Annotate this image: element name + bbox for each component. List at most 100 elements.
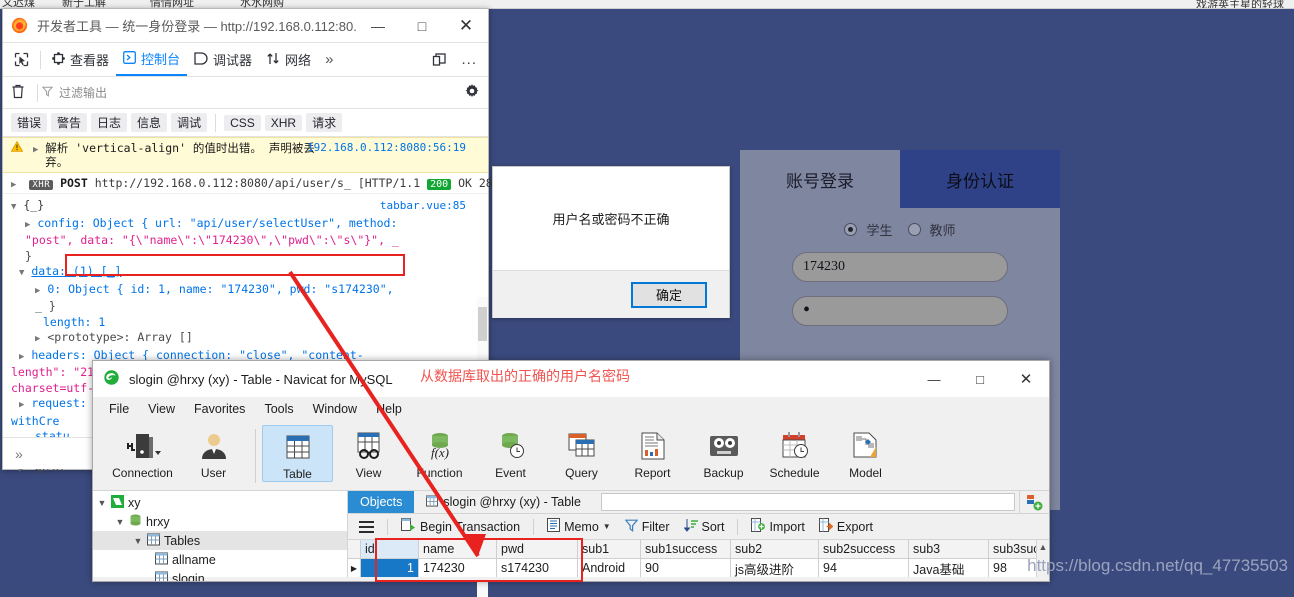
level-xhr[interactable]: XHR: [264, 114, 303, 131]
data-grid[interactable]: id name pwd sub1 sub1success sub2 sub2su…: [348, 540, 1049, 577]
expand-triangle-icon[interactable]: ▶: [25, 220, 30, 230]
login-tab-account[interactable]: 账号登录: [740, 150, 900, 208]
menu-tools[interactable]: Tools: [256, 400, 301, 418]
tab-network[interactable]: 网络: [259, 44, 318, 76]
menu-favorites[interactable]: Favorites: [186, 400, 253, 418]
sort-button[interactable]: Sort: [679, 518, 730, 535]
chevron-down-icon[interactable]: ▼: [603, 522, 611, 531]
tab-slogin-table[interactable]: slogin @hrxy (xy) - Table: [414, 491, 593, 513]
level-warning[interactable]: 警告: [51, 113, 88, 132]
memo-button[interactable]: Memo ▼: [542, 518, 616, 535]
ribbon-user[interactable]: User: [178, 425, 249, 480]
cell-sub2[interactable]: js高级进阶: [731, 559, 819, 577]
new-object-icon[interactable]: [1019, 491, 1049, 513]
level-debug[interactable]: 调试: [171, 113, 208, 132]
password-input[interactable]: •: [792, 296, 1008, 326]
expand-triangle-icon[interactable]: ▶: [35, 334, 40, 344]
import-button[interactable]: Import: [746, 518, 809, 535]
element-picker-icon[interactable]: [7, 44, 36, 76]
devtools-menu-button[interactable]: ...: [454, 44, 484, 76]
console-expand-icon[interactable]: »: [15, 446, 23, 462]
grid-col-sub3[interactable]: sub3: [909, 540, 989, 559]
tree-item-slogin[interactable]: slogin: [93, 569, 347, 581]
ribbon-schedule[interactable]: Schedule: [759, 425, 830, 480]
radio-teacher-icon[interactable]: [907, 223, 921, 236]
cell-pwd[interactable]: s174230: [497, 559, 578, 577]
expand-triangle-icon[interactable]: ▶: [33, 145, 38, 155]
cell-sub1success[interactable]: 90: [641, 559, 731, 577]
alert-confirm-button[interactable]: 确定: [631, 281, 707, 308]
console-warning-location[interactable]: 192.168.0.112:8080:56:19: [307, 141, 466, 155]
collapse-triangle-icon[interactable]: ▼: [19, 268, 24, 278]
grid-col-name[interactable]: name: [419, 540, 497, 559]
tree-item-hrxy[interactable]: ▼ hrxy: [93, 512, 347, 531]
console-xhr-row[interactable]: ▶ XHR POST http://192.168.0.112:8080/api…: [3, 173, 520, 194]
ribbon-model[interactable]: Model: [830, 425, 901, 480]
grid-col-sub2[interactable]: sub2: [731, 540, 819, 559]
gear-icon[interactable]: [464, 83, 480, 102]
cell-id[interactable]: 1: [361, 559, 419, 577]
level-css[interactable]: CSS: [224, 114, 261, 131]
dock-icon[interactable]: [425, 44, 454, 76]
console-object-location[interactable]: tabbar.vue:85: [380, 198, 466, 214]
grid-col-sub1success[interactable]: sub1success: [641, 540, 731, 559]
tab-debugger[interactable]: 调试器: [187, 44, 259, 76]
chevron-down-icon[interactable]: ▼: [97, 498, 107, 508]
login-tab-identity[interactable]: 身份认证: [900, 150, 1060, 208]
ribbon-function[interactable]: f(x) Function: [404, 425, 475, 480]
collapse-triangle-icon[interactable]: ▼: [11, 202, 16, 212]
expand-triangle-icon[interactable]: ▶: [11, 180, 16, 190]
ribbon-report[interactable]: Report: [617, 425, 688, 480]
chevron-down-icon[interactable]: ▼: [115, 517, 125, 527]
devtools-close-button[interactable]: ✕: [444, 9, 488, 42]
menu-file[interactable]: File: [101, 400, 137, 418]
navicat-minimize-button[interactable]: —: [911, 362, 957, 397]
filter-input[interactable]: 过滤输出: [41, 84, 464, 101]
console-warning-row[interactable]: ▶ 解析 'vertical-align' 的值时出错。 声明被丢弃。 192.…: [3, 137, 488, 173]
cell-sub1[interactable]: Android: [578, 559, 641, 577]
devtools-maximize-button[interactable]: □: [400, 9, 444, 42]
ribbon-event[interactable]: Event: [475, 425, 546, 480]
cell-name[interactable]: 174230: [419, 559, 497, 577]
tab-inspector[interactable]: 查看器: [45, 44, 116, 76]
more-tabs-button[interactable]: »: [318, 44, 340, 76]
level-info[interactable]: 信息: [131, 113, 168, 132]
tab-console[interactable]: 控制台: [116, 44, 188, 76]
navicat-addressbar[interactable]: [600, 493, 1015, 511]
ribbon-backup[interactable]: Backup: [688, 425, 759, 480]
filter-button[interactable]: Filter: [620, 519, 675, 535]
navicat-close-button[interactable]: ✕: [1003, 362, 1049, 397]
expand-triangle-icon[interactable]: ▶: [19, 400, 24, 410]
console-scrollbar-thumb[interactable]: [478, 307, 487, 341]
grid-col-pwd[interactable]: pwd: [497, 540, 578, 559]
grid-col-sub1[interactable]: sub1: [578, 540, 641, 559]
export-button[interactable]: Export: [814, 518, 878, 535]
level-error[interactable]: 错误: [11, 113, 48, 132]
expand-triangle-icon[interactable]: ▶: [35, 286, 40, 296]
grid-col-sub2success[interactable]: sub2success: [819, 540, 909, 559]
level-request[interactable]: 请求: [306, 113, 343, 132]
cell-sub3[interactable]: Java基础: [909, 559, 989, 577]
begin-transaction-button[interactable]: Begin Transaction: [396, 518, 525, 535]
menu-window[interactable]: Window: [305, 400, 365, 418]
hamburger-icon[interactable]: [354, 520, 379, 533]
ribbon-table[interactable]: Table: [262, 425, 333, 482]
tree-item-tables[interactable]: ▼ Tables: [93, 531, 347, 550]
tree-item-allname[interactable]: allname: [93, 550, 347, 569]
level-log[interactable]: 日志: [91, 113, 128, 132]
ribbon-view[interactable]: View: [333, 425, 404, 480]
ribbon-connection[interactable]: Connection: [107, 425, 178, 480]
ribbon-query[interactable]: Query: [546, 425, 617, 480]
menu-view[interactable]: View: [140, 400, 183, 418]
tab-objects[interactable]: Objects: [348, 491, 415, 513]
navicat-maximize-button[interactable]: □: [957, 362, 1003, 397]
devtools-minimize-button[interactable]: —: [356, 9, 400, 42]
username-input[interactable]: 174230: [792, 252, 1008, 282]
trash-icon[interactable]: [11, 84, 25, 102]
menu-help[interactable]: Help: [368, 400, 410, 418]
table-row[interactable]: ▶ 1 174230 s174230 Android 90 js高级进阶 94 …: [348, 559, 1049, 577]
chevron-down-icon[interactable]: ▼: [133, 536, 143, 546]
expand-triangle-icon[interactable]: ▶: [19, 352, 24, 362]
grid-col-id[interactable]: id: [361, 540, 419, 559]
radio-student-icon[interactable]: [844, 223, 858, 236]
